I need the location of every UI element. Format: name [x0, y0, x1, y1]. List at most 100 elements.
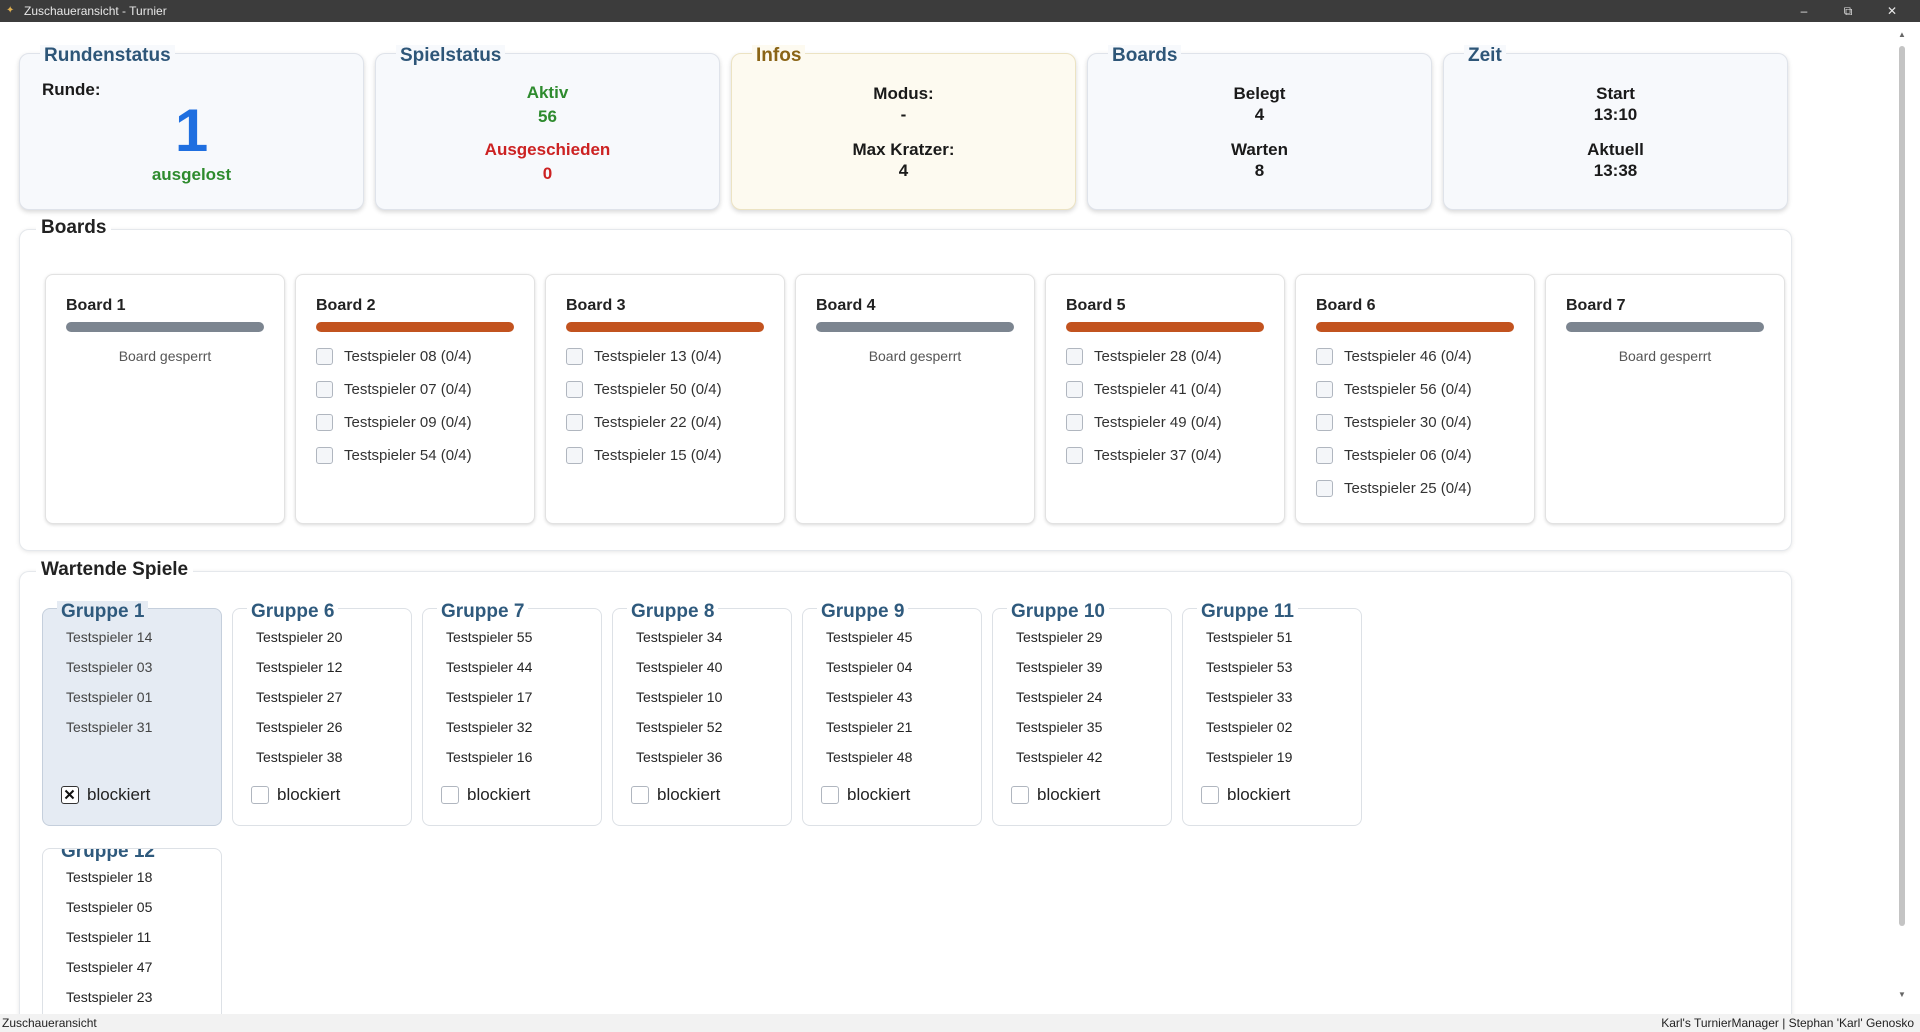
minimize-button[interactable]: –	[1782, 0, 1826, 22]
active-count: 56	[538, 107, 557, 126]
group-player: Testspieler 16	[446, 749, 533, 765]
blocked-toggle[interactable]: blockiert	[441, 785, 530, 805]
blocked-checkbox[interactable]	[631, 786, 649, 804]
group-player: Testspieler 51	[1206, 629, 1293, 645]
board-player[interactable]: Testspieler 28 (0/4)	[1066, 340, 1222, 373]
vertical-scrollbar[interactable]: ▲ ▼	[1894, 30, 1910, 1004]
player-label: Testspieler 30 (0/4)	[1344, 414, 1472, 431]
board-player[interactable]: Testspieler 49 (0/4)	[1066, 406, 1222, 439]
player-checkbox[interactable]	[1316, 447, 1333, 464]
blocked-toggle[interactable]: blockiert	[821, 785, 910, 805]
board-player[interactable]: Testspieler 37 (0/4)	[1066, 439, 1222, 472]
blocked-toggle[interactable]: blockiert	[1011, 785, 1100, 805]
board-player[interactable]: Testspieler 13 (0/4)	[566, 340, 722, 373]
round-label: Runde:	[42, 80, 101, 99]
board-player[interactable]: Testspieler 22 (0/4)	[566, 406, 722, 439]
card-title: Spielstatus	[396, 45, 506, 67]
board-player[interactable]: Testspieler 09 (0/4)	[316, 406, 472, 439]
blocked-checkbox[interactable]	[251, 786, 269, 804]
player-checkbox[interactable]	[1316, 381, 1333, 398]
board-status-bar	[66, 322, 264, 332]
player-checkbox[interactable]	[1066, 447, 1083, 464]
group-player-list: Testspieler 14 Testspieler 03 Testspieler …	[66, 629, 152, 749]
player-checkbox[interactable]	[566, 381, 583, 398]
blocked-checkbox[interactable]	[1011, 786, 1029, 804]
group-card[interactable]: Gruppe 12 Testspieler 18 Testspieler 05 Tes…	[42, 848, 222, 1017]
group-card[interactable]: Gruppe 7 Testspieler 55 Testspieler 44 Test…	[422, 601, 602, 826]
board-player[interactable]: Testspieler 56 (0/4)	[1316, 373, 1472, 406]
scroll-thumb[interactable]	[1899, 46, 1905, 926]
board-player[interactable]: Testspieler 08 (0/4)	[316, 340, 472, 373]
board-player[interactable]: Testspieler 50 (0/4)	[566, 373, 722, 406]
group-card[interactable]: Gruppe 9 Testspieler 45 Testspieler 04 Test…	[802, 601, 982, 826]
group-card[interactable]: Gruppe 1 Testspieler 14 Testspieler 03 Test…	[42, 601, 222, 826]
group-title: Gruppe 12	[57, 849, 159, 863]
board-player[interactable]: Testspieler 30 (0/4)	[1316, 406, 1472, 439]
board-name: Board 5	[1066, 297, 1126, 314]
group-player: Testspieler 01	[66, 689, 153, 705]
blocked-label: blockiert	[657, 785, 721, 804]
player-checkbox[interactable]	[1066, 348, 1083, 365]
board-name: Board 6	[1316, 297, 1376, 314]
mode-label: Modus:	[873, 84, 934, 103]
player-label: Testspieler 13 (0/4)	[594, 348, 722, 365]
player-checkbox[interactable]	[566, 348, 583, 365]
blocked-checkbox[interactable]	[441, 786, 459, 804]
player-checkbox[interactable]	[316, 348, 333, 365]
board-card: Board 1 Board gesperrt	[45, 274, 285, 524]
board-player[interactable]: Testspieler 15 (0/4)	[566, 439, 722, 472]
group-player: Testspieler 33	[1206, 689, 1293, 705]
board-name: Board 2	[316, 297, 376, 314]
board-player[interactable]: Testspieler 06 (0/4)	[1316, 439, 1472, 472]
out-label: Ausgeschieden	[484, 140, 611, 159]
section-title: Boards	[36, 217, 112, 239]
blocked-label: blockiert	[87, 785, 151, 804]
blocked-checkbox[interactable]	[1201, 786, 1219, 804]
group-card[interactable]: Gruppe 11 Testspieler 51 Testspieler 53 Tes…	[1182, 601, 1362, 826]
player-label: Testspieler 15 (0/4)	[594, 447, 722, 464]
blocked-label: blockiert	[277, 785, 341, 804]
player-checkbox[interactable]	[1316, 348, 1333, 365]
player-checkbox[interactable]	[316, 447, 333, 464]
blocked-checkbox[interactable]	[821, 786, 839, 804]
board-player[interactable]: Testspieler 41 (0/4)	[1066, 373, 1222, 406]
player-checkbox[interactable]	[1066, 381, 1083, 398]
blocked-toggle[interactable]: blockiert	[251, 785, 340, 805]
status-left: Zuschaueransicht	[2, 1016, 97, 1030]
blocked-checkbox[interactable]	[61, 786, 79, 804]
board-locked-text: Board gesperrt	[868, 348, 962, 364]
board-player[interactable]: Testspieler 54 (0/4)	[316, 439, 472, 472]
board-status-bar	[1566, 322, 1764, 332]
blocked-toggle[interactable]: blockiert	[61, 785, 150, 805]
group-title: Gruppe 8	[627, 601, 719, 623]
kratzer-label: Max Kratzer:	[852, 140, 955, 159]
player-checkbox[interactable]	[1316, 480, 1333, 497]
player-checkbox[interactable]	[566, 414, 583, 431]
player-checkbox[interactable]	[1316, 414, 1333, 431]
group-player: Testspieler 29	[1016, 629, 1103, 645]
board-player[interactable]: Testspieler 46 (0/4)	[1316, 340, 1472, 373]
board-name: Board 1	[66, 297, 126, 314]
group-card[interactable]: Gruppe 10 Testspieler 29 Testspieler 39 Tes…	[992, 601, 1172, 826]
scroll-up-icon[interactable]: ▲	[1894, 30, 1910, 44]
player-label: Testspieler 06 (0/4)	[1344, 447, 1472, 464]
maximize-button[interactable]: ⧉	[1826, 0, 1870, 22]
group-card[interactable]: Gruppe 6 Testspieler 20 Testspieler 12 Test…	[232, 601, 412, 826]
board-player[interactable]: Testspieler 25 (0/4)	[1316, 472, 1472, 505]
current-label: Aktuell	[1587, 140, 1644, 159]
group-player: Testspieler 31	[66, 719, 153, 735]
player-checkbox[interactable]	[1066, 414, 1083, 431]
board-player[interactable]: Testspieler 07 (0/4)	[316, 373, 472, 406]
group-card[interactable]: Gruppe 8 Testspieler 34 Testspieler 40 Test…	[612, 601, 792, 826]
blocked-toggle[interactable]: blockiert	[1201, 785, 1290, 805]
group-title: Gruppe 7	[437, 601, 529, 623]
close-button[interactable]: ✕	[1870, 0, 1914, 22]
scroll-down-icon[interactable]: ▼	[1894, 990, 1910, 1004]
player-checkbox[interactable]	[316, 414, 333, 431]
player-checkbox[interactable]	[566, 447, 583, 464]
group-player: Testspieler 43	[826, 689, 913, 705]
board-card: Board 3 Testspieler 13 (0/4) Testspieler 5…	[545, 274, 785, 524]
blocked-toggle[interactable]: blockiert	[631, 785, 720, 805]
player-checkbox[interactable]	[316, 381, 333, 398]
group-player: Testspieler 11	[66, 929, 152, 945]
